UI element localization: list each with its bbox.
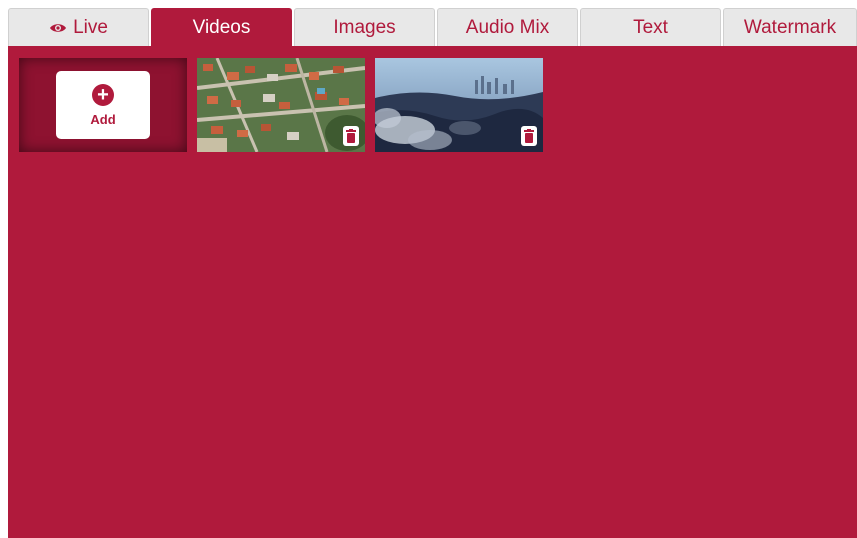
tab-watermark[interactable]: Watermark	[723, 8, 857, 46]
tab-images[interactable]: Images	[294, 8, 435, 46]
aerial-neighborhood-thumbnail	[197, 58, 365, 152]
tab-audio-mix[interactable]: Audio Mix	[437, 8, 578, 46]
videos-panel: + Add	[8, 46, 857, 538]
eye-icon	[49, 22, 67, 34]
delete-video-2-button[interactable]	[521, 126, 537, 146]
delete-video-1-button[interactable]	[343, 126, 359, 146]
add-video-tile: + Add	[19, 58, 187, 152]
city-skyline-smoke-thumbnail	[375, 58, 543, 152]
video-thumbnail-2[interactable]	[375, 58, 543, 152]
media-panel-app: Live Videos Images Audio Mix Text Waterm…	[8, 8, 857, 538]
tab-watermark-label: Watermark	[743, 16, 837, 38]
tab-live[interactable]: Live	[8, 8, 149, 46]
plus-circle-icon: +	[92, 83, 114, 106]
tab-audio-mix-label: Audio Mix	[465, 16, 550, 38]
video-thumbnail-1[interactable]	[197, 58, 365, 152]
tab-bar: Live Videos Images Audio Mix Text Waterm…	[8, 8, 857, 46]
add-label: Add	[90, 111, 116, 127]
tab-videos-label: Videos	[192, 16, 251, 38]
tab-videos[interactable]: Videos	[151, 8, 292, 46]
tab-text-label: Text	[633, 16, 668, 38]
tab-live-label: Live	[73, 16, 108, 38]
trash-icon	[346, 129, 356, 143]
tab-images-label: Images	[333, 16, 396, 38]
add-video-button[interactable]: + Add	[56, 71, 150, 139]
trash-icon	[524, 129, 534, 143]
tab-text[interactable]: Text	[580, 8, 721, 46]
